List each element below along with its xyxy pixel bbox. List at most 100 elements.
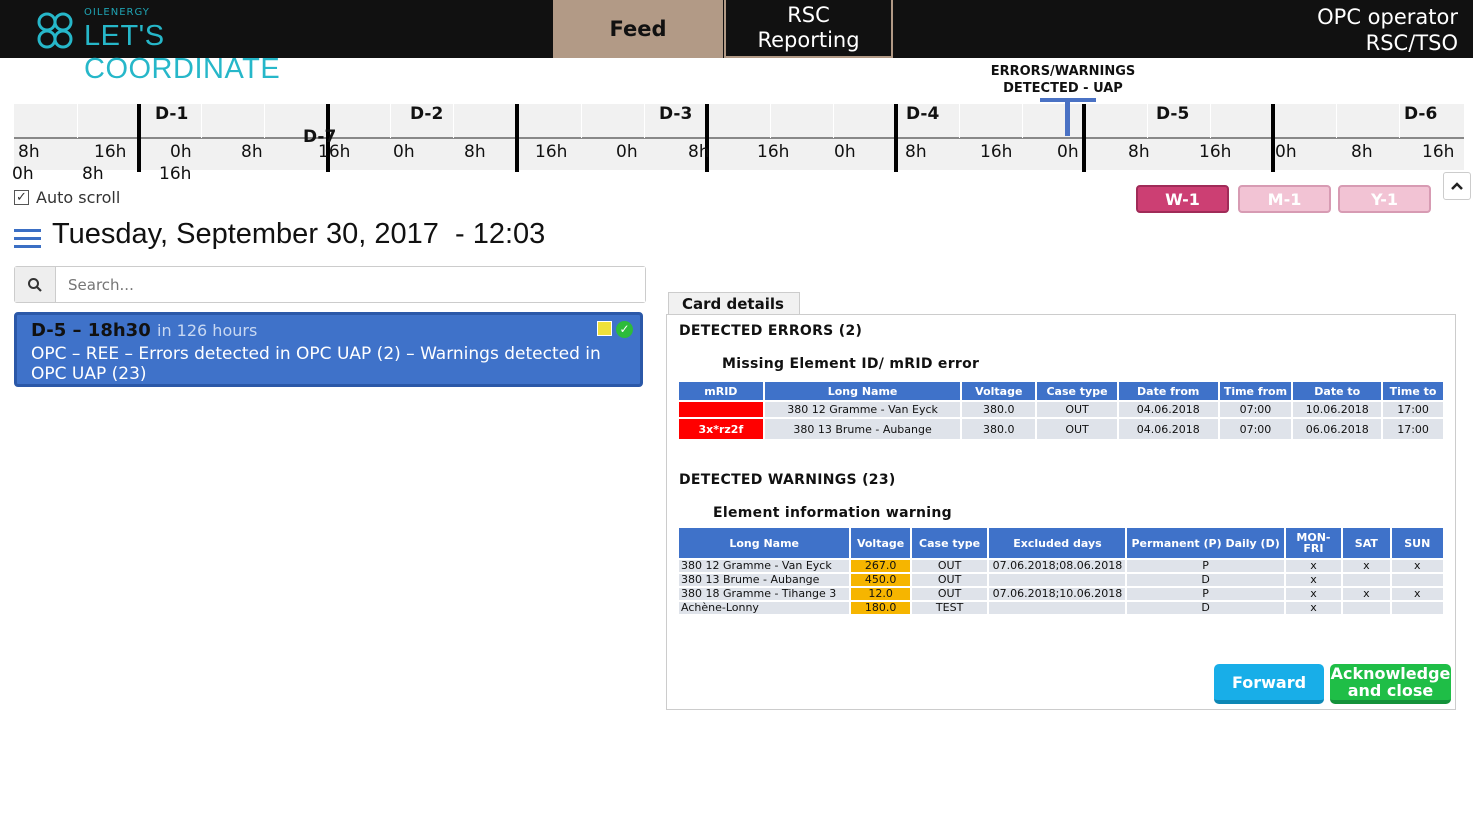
table-cell: D [1127,574,1284,586]
day-label: D-2 [410,104,444,124]
table-cell: x [1285,588,1342,600]
table-cell: x [1285,574,1342,586]
app-logo: OILENERGY LET'S COORDINATE [36,6,356,85]
card-relative-time: in 126 hours [157,321,258,340]
search-button[interactable] [15,267,56,302]
tab-rsc-reporting[interactable]: RSC Reporting [724,0,893,58]
hour-label: 8h [905,142,927,162]
day-divider [894,104,898,172]
auto-scroll-toggle[interactable]: ✓ Auto scroll [14,188,120,207]
table-cell: 07:00 [1219,419,1292,439]
day-label: D-3 [659,104,693,124]
hour-label: 8h [241,142,263,162]
hour-label: 8h [464,142,486,162]
table-cell [1391,574,1443,586]
table-cell: x [1391,560,1443,572]
hour-label: 16h [1199,142,1232,162]
feed-card[interactable]: D-5 – 18h30 in 126 hours OPC – REE – Err… [14,312,643,387]
table-cell: 10.06.2018 [1293,402,1382,417]
hour-label: 16h [1422,142,1455,162]
errors-subtitle: Missing Element ID/ mRID error [722,356,980,372]
col-header: Long Name [679,528,850,558]
col-header: SAT [1343,528,1390,558]
table-cell: 380 13 Brume - Aubange [679,574,850,586]
col-header: Excluded days [989,528,1126,558]
warnings-table: Long Name Voltage Case type Excluded day… [677,526,1445,616]
day-label: D-4 [906,104,940,124]
hour-label: 16h [757,142,790,162]
col-header: Voltage [851,528,910,558]
hour-label: 16h [318,142,351,162]
check-circle-icon[interactable]: ✓ [616,321,633,338]
table-header-row: Long Name Voltage Case type Excluded day… [679,528,1443,558]
warnings-title: DETECTED WARNINGS (23) [679,472,896,488]
table-cell [989,602,1126,614]
auto-scroll-checkbox[interactable]: ✓ [14,190,29,205]
hamburger-menu-icon[interactable] [14,229,41,249]
acknowledge-close-button[interactable]: Acknowledge and close [1330,664,1451,704]
user-org: RSC/TSO [1365,31,1458,55]
card-time: D-5 – 18h30 [31,320,151,341]
page-date-title: Tuesday, September 30, 2017 - 12:03 [52,218,546,250]
col-header: Date to [1293,382,1382,400]
day-label: D-6 [1404,104,1438,124]
table-row: 380 13 Brume - Aubange 450.0 OUT D x [679,574,1443,586]
tab-card-details[interactable]: Card details [668,292,800,315]
errors-title: DETECTED ERRORS (2) [679,323,863,339]
logo-subtitle: OILENERGY [84,7,150,18]
hour-label: 16h [159,164,192,184]
error-marker-stem [1065,100,1070,136]
hour-label: 0h [12,164,34,184]
error-warning-banner: ERRORS/WARNINGS DETECTED - UAP [990,64,1136,96]
hour-label: 8h [1128,142,1150,162]
col-header: SUN [1391,528,1443,558]
hour-label: 0h [834,142,856,162]
warnings-subtitle: Element information warning [713,505,952,521]
hour-label: 0h [1057,142,1079,162]
table-cell: 380 18 Gramme - Tihange 3 [679,588,850,600]
hour-label: 0h [616,142,638,162]
table-row: 380 12 Gramme - Van Eyck 380.0 OUT 04.06… [679,402,1443,417]
tab-feed[interactable]: Feed [553,0,723,58]
search-icon [28,277,42,292]
table-row: 3x*rz2f 380 13 Brume - Aubange 380.0 OUT… [679,419,1443,439]
user-info[interactable]: OPC operator RSC/TSO [1317,4,1458,56]
range-month-button[interactable]: M-1 [1238,185,1331,213]
table-cell: 07.06.2018;08.06.2018 [989,560,1126,572]
table-cell: D [1127,602,1284,614]
hour-label: 16h [94,142,127,162]
errors-table: mRID Long Name Voltage Case type Date fr… [677,380,1445,441]
col-header: Case type [1037,382,1117,400]
hour-label: 0h [170,142,192,162]
table-cell: P [1127,588,1284,600]
forward-button[interactable]: Forward [1214,664,1324,704]
voltage-cell: 12.0 [851,588,910,600]
range-week-button[interactable]: W-1 [1136,185,1229,213]
col-header: mRID [679,382,763,400]
table-row: 380 12 Gramme - Van Eyck 267.0 OUT 07.06… [679,560,1443,572]
table-cell: OUT [911,588,988,600]
logo-title: LET'S COORDINATE [84,20,281,85]
hour-label: 8h [18,142,40,162]
table-row: 380 18 Gramme - Tihange 3 12.0 OUT 07.06… [679,588,1443,600]
collapse-timeline-button[interactable] [1443,172,1471,200]
col-header: Permanent (P) Daily (D) [1127,528,1284,558]
table-cell: x [1285,602,1342,614]
search-input[interactable] [56,267,645,302]
chevron-up-icon [1451,182,1463,190]
table-cell: 380 12 Gramme - Van Eyck [764,402,961,417]
table-cell: 04.06.2018 [1118,402,1218,417]
card-title: D-5 – 18h30 in 126 hours [31,320,626,341]
voltage-cell: 267.0 [851,560,910,572]
hour-label: 16h [980,142,1013,162]
col-header: MON- FRI [1285,528,1342,558]
day-label: D-5 [1156,104,1190,124]
auto-scroll-label: Auto scroll [36,188,121,207]
table-cell: 07.06.2018;10.06.2018 [989,588,1126,600]
day-divider [515,104,519,172]
table-cell: TEST [911,602,988,614]
hour-label: 0h [1275,142,1297,162]
table-cell: 17:00 [1383,402,1443,417]
search-bar [14,266,646,303]
range-year-button[interactable]: Y-1 [1338,185,1431,213]
